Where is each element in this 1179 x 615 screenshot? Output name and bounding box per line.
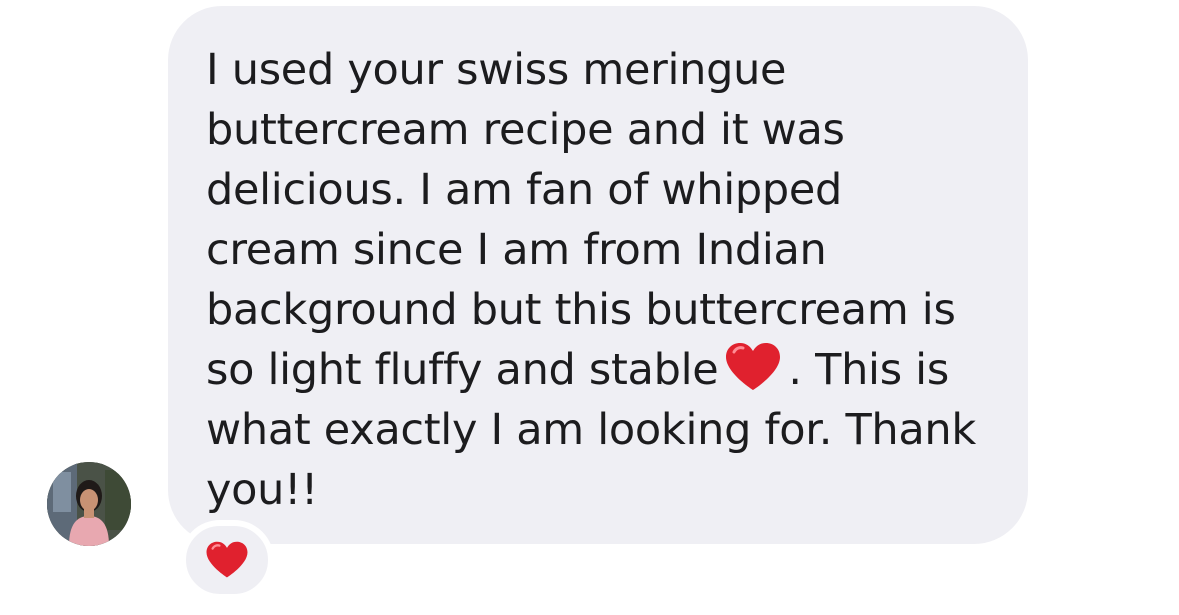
message-bubble[interactable]: I used your swiss meringue buttercream r… bbox=[168, 6, 1028, 544]
message-line: buttercream recipe and it was bbox=[206, 105, 845, 155]
message-line: background but this buttercream is bbox=[206, 285, 956, 335]
message-line-part: so light fluffy and stable bbox=[206, 345, 719, 395]
chat-thread: I used your swiss meringue buttercream r… bbox=[0, 0, 1179, 615]
message-text: I used your swiss meringue buttercream r… bbox=[206, 40, 998, 520]
reaction-badge[interactable] bbox=[180, 520, 274, 600]
sender-avatar[interactable] bbox=[47, 462, 131, 546]
message-line: I used your swiss meringue bbox=[206, 45, 787, 95]
red-heart-icon bbox=[726, 343, 781, 390]
message-line: cream since I am from Indian bbox=[206, 225, 827, 275]
message-line: you!! bbox=[206, 465, 318, 515]
avatar-photo bbox=[47, 462, 131, 546]
message-line-part: . This is bbox=[788, 345, 949, 395]
red-heart-icon bbox=[206, 541, 248, 578]
message-line: delicious. I am fan of whipped bbox=[206, 165, 843, 215]
message-line-with-emoji: so light fluffy and stable . This is bbox=[206, 340, 998, 400]
message-line: what exactly I am looking for. Thank bbox=[206, 405, 976, 455]
